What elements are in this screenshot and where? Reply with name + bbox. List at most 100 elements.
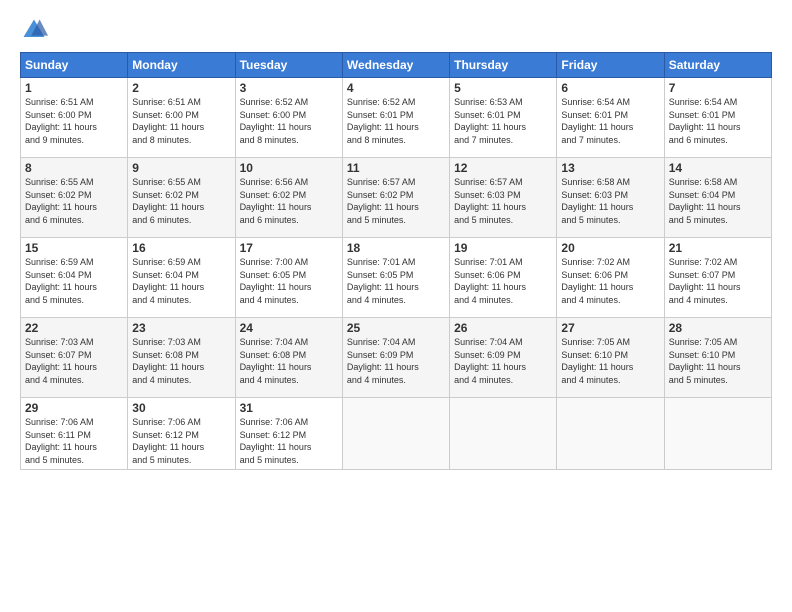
calendar-cell: 27Sunrise: 7:05 AM Sunset: 6:10 PM Dayli… [557,318,664,398]
day-info: Sunrise: 7:01 AM Sunset: 6:05 PM Dayligh… [347,256,445,306]
weekday-header-row: SundayMondayTuesdayWednesdayThursdayFrid… [21,53,772,78]
day-info: Sunrise: 6:52 AM Sunset: 6:00 PM Dayligh… [240,96,338,146]
day-number: 28 [669,321,767,335]
calendar-cell: 17Sunrise: 7:00 AM Sunset: 6:05 PM Dayli… [235,238,342,318]
day-number: 1 [25,81,123,95]
day-info: Sunrise: 7:06 AM Sunset: 6:12 PM Dayligh… [240,416,338,466]
calendar-cell: 7Sunrise: 6:54 AM Sunset: 6:01 PM Daylig… [664,78,771,158]
week-row-4: 22Sunrise: 7:03 AM Sunset: 6:07 PM Dayli… [21,318,772,398]
calendar-cell: 14Sunrise: 6:58 AM Sunset: 6:04 PM Dayli… [664,158,771,238]
weekday-header-friday: Friday [557,53,664,78]
day-number: 9 [132,161,230,175]
day-number: 20 [561,241,659,255]
week-row-2: 8Sunrise: 6:55 AM Sunset: 6:02 PM Daylig… [21,158,772,238]
day-number: 13 [561,161,659,175]
calendar-cell: 22Sunrise: 7:03 AM Sunset: 6:07 PM Dayli… [21,318,128,398]
day-number: 30 [132,401,230,415]
day-info: Sunrise: 7:06 AM Sunset: 6:12 PM Dayligh… [132,416,230,466]
calendar-cell: 6Sunrise: 6:54 AM Sunset: 6:01 PM Daylig… [557,78,664,158]
calendar-cell: 3Sunrise: 6:52 AM Sunset: 6:00 PM Daylig… [235,78,342,158]
calendar-cell: 18Sunrise: 7:01 AM Sunset: 6:05 PM Dayli… [342,238,449,318]
calendar-cell: 11Sunrise: 6:57 AM Sunset: 6:02 PM Dayli… [342,158,449,238]
weekday-header-monday: Monday [128,53,235,78]
day-info: Sunrise: 7:05 AM Sunset: 6:10 PM Dayligh… [669,336,767,386]
calendar-cell: 2Sunrise: 6:51 AM Sunset: 6:00 PM Daylig… [128,78,235,158]
day-number: 8 [25,161,123,175]
calendar-cell: 5Sunrise: 6:53 AM Sunset: 6:01 PM Daylig… [450,78,557,158]
day-info: Sunrise: 6:58 AM Sunset: 6:04 PM Dayligh… [669,176,767,226]
day-number: 2 [132,81,230,95]
day-info: Sunrise: 7:03 AM Sunset: 6:07 PM Dayligh… [25,336,123,386]
day-number: 22 [25,321,123,335]
day-info: Sunrise: 6:51 AM Sunset: 6:00 PM Dayligh… [25,96,123,146]
day-info: Sunrise: 6:55 AM Sunset: 6:02 PM Dayligh… [25,176,123,226]
day-number: 6 [561,81,659,95]
weekday-header-tuesday: Tuesday [235,53,342,78]
day-number: 14 [669,161,767,175]
calendar-cell: 9Sunrise: 6:55 AM Sunset: 6:02 PM Daylig… [128,158,235,238]
day-number: 10 [240,161,338,175]
day-number: 27 [561,321,659,335]
day-number: 31 [240,401,338,415]
calendar-cell: 21Sunrise: 7:02 AM Sunset: 6:07 PM Dayli… [664,238,771,318]
day-info: Sunrise: 6:54 AM Sunset: 6:01 PM Dayligh… [561,96,659,146]
day-info: Sunrise: 7:04 AM Sunset: 6:09 PM Dayligh… [347,336,445,386]
day-info: Sunrise: 6:58 AM Sunset: 6:03 PM Dayligh… [561,176,659,226]
day-number: 12 [454,161,552,175]
day-number: 29 [25,401,123,415]
day-info: Sunrise: 6:55 AM Sunset: 6:02 PM Dayligh… [132,176,230,226]
day-number: 26 [454,321,552,335]
calendar-cell: 16Sunrise: 6:59 AM Sunset: 6:04 PM Dayli… [128,238,235,318]
day-info: Sunrise: 7:03 AM Sunset: 6:08 PM Dayligh… [132,336,230,386]
header [20,16,772,44]
day-number: 16 [132,241,230,255]
day-info: Sunrise: 6:56 AM Sunset: 6:02 PM Dayligh… [240,176,338,226]
logo [20,16,52,44]
calendar-cell [450,398,557,470]
day-info: Sunrise: 6:59 AM Sunset: 6:04 PM Dayligh… [132,256,230,306]
day-number: 24 [240,321,338,335]
day-info: Sunrise: 6:59 AM Sunset: 6:04 PM Dayligh… [25,256,123,306]
calendar-cell: 26Sunrise: 7:04 AM Sunset: 6:09 PM Dayli… [450,318,557,398]
day-info: Sunrise: 7:02 AM Sunset: 6:06 PM Dayligh… [561,256,659,306]
day-info: Sunrise: 6:54 AM Sunset: 6:01 PM Dayligh… [669,96,767,146]
day-info: Sunrise: 6:57 AM Sunset: 6:02 PM Dayligh… [347,176,445,226]
week-row-1: 1Sunrise: 6:51 AM Sunset: 6:00 PM Daylig… [21,78,772,158]
calendar-cell [342,398,449,470]
weekday-header-saturday: Saturday [664,53,771,78]
day-number: 23 [132,321,230,335]
calendar-cell: 19Sunrise: 7:01 AM Sunset: 6:06 PM Dayli… [450,238,557,318]
day-info: Sunrise: 7:02 AM Sunset: 6:07 PM Dayligh… [669,256,767,306]
calendar-cell: 24Sunrise: 7:04 AM Sunset: 6:08 PM Dayli… [235,318,342,398]
day-info: Sunrise: 6:53 AM Sunset: 6:01 PM Dayligh… [454,96,552,146]
calendar-cell: 20Sunrise: 7:02 AM Sunset: 6:06 PM Dayli… [557,238,664,318]
day-info: Sunrise: 7:05 AM Sunset: 6:10 PM Dayligh… [561,336,659,386]
calendar-cell [664,398,771,470]
day-number: 15 [25,241,123,255]
day-info: Sunrise: 7:06 AM Sunset: 6:11 PM Dayligh… [25,416,123,466]
day-number: 11 [347,161,445,175]
calendar-cell: 23Sunrise: 7:03 AM Sunset: 6:08 PM Dayli… [128,318,235,398]
calendar-cell: 28Sunrise: 7:05 AM Sunset: 6:10 PM Dayli… [664,318,771,398]
day-info: Sunrise: 7:04 AM Sunset: 6:09 PM Dayligh… [454,336,552,386]
calendar-table: SundayMondayTuesdayWednesdayThursdayFrid… [20,52,772,470]
calendar-cell: 25Sunrise: 7:04 AM Sunset: 6:09 PM Dayli… [342,318,449,398]
day-info: Sunrise: 6:51 AM Sunset: 6:00 PM Dayligh… [132,96,230,146]
calendar-cell: 10Sunrise: 6:56 AM Sunset: 6:02 PM Dayli… [235,158,342,238]
day-info: Sunrise: 7:04 AM Sunset: 6:08 PM Dayligh… [240,336,338,386]
day-number: 19 [454,241,552,255]
calendar-cell: 30Sunrise: 7:06 AM Sunset: 6:12 PM Dayli… [128,398,235,470]
week-row-5: 29Sunrise: 7:06 AM Sunset: 6:11 PM Dayli… [21,398,772,470]
weekday-header-wednesday: Wednesday [342,53,449,78]
day-number: 5 [454,81,552,95]
day-number: 7 [669,81,767,95]
day-info: Sunrise: 7:00 AM Sunset: 6:05 PM Dayligh… [240,256,338,306]
logo-icon [20,16,48,44]
calendar-cell: 4Sunrise: 6:52 AM Sunset: 6:01 PM Daylig… [342,78,449,158]
day-info: Sunrise: 6:52 AM Sunset: 6:01 PM Dayligh… [347,96,445,146]
page: SundayMondayTuesdayWednesdayThursdayFrid… [0,0,792,480]
calendar-cell: 15Sunrise: 6:59 AM Sunset: 6:04 PM Dayli… [21,238,128,318]
calendar-cell: 12Sunrise: 6:57 AM Sunset: 6:03 PM Dayli… [450,158,557,238]
weekday-header-sunday: Sunday [21,53,128,78]
day-number: 3 [240,81,338,95]
